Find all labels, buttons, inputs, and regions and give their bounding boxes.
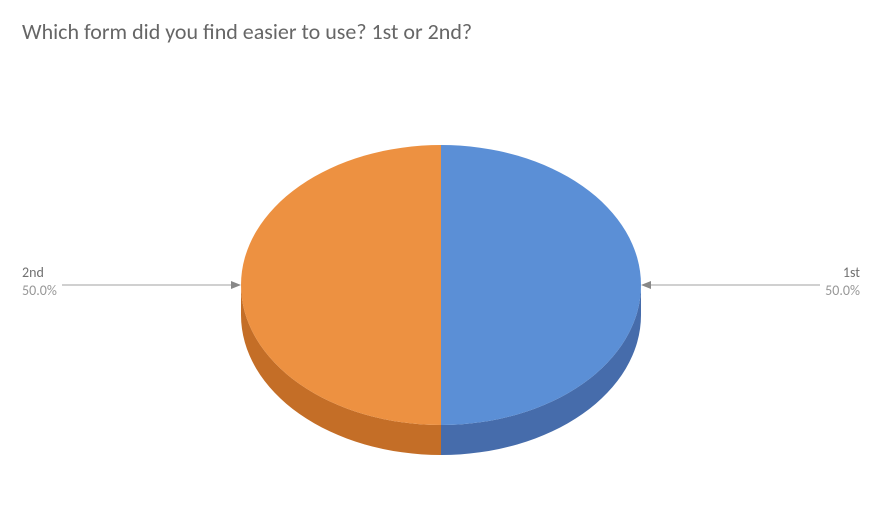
label-2nd: 2nd 50.0%	[22, 264, 57, 299]
label-2nd-percent: 50.0%	[22, 282, 57, 300]
label-1st-percent: 50.0%	[825, 282, 860, 300]
leader-arrow-2nd	[231, 281, 241, 289]
label-2nd-name: 2nd	[22, 264, 57, 282]
pie-top	[241, 145, 641, 425]
pie-chart-container: Which form did you find easier to use? 1…	[0, 0, 882, 521]
pie-chart-svg	[0, 0, 882, 521]
label-1st: 1st 50.0%	[825, 264, 860, 299]
label-1st-name: 1st	[825, 264, 860, 282]
leader-arrow-1st	[641, 281, 651, 289]
